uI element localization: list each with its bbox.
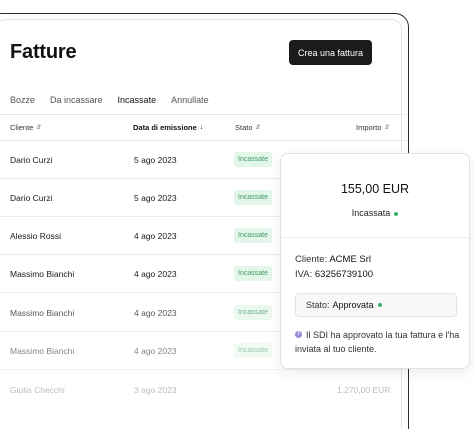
tab-incassate[interactable]: Incassate — [117, 95, 156, 115]
invoice-detail-popover: 155,00 EUR Incassata Cliente: ACME Srl I… — [280, 153, 470, 369]
vat-value: 63256739100 — [314, 269, 374, 280]
status-badge: Incassate — [234, 343, 272, 358]
sdi-info-message: Il SDI ha approvato la tua fattura e l'h… — [295, 330, 460, 354]
table-row[interactable]: Giulia Checchi 3 ago 2023 1.270,00 EUR — [0, 371, 400, 409]
vat-label: IVA: — [295, 269, 313, 280]
sort-icon: ⇵ — [384, 125, 390, 131]
row-divider — [0, 369, 407, 370]
row-date: 5 ago 2023 — [134, 155, 177, 165]
invoice-amount: 155,00 EUR — [340, 182, 410, 196]
status-badge: Incassate — [234, 228, 272, 243]
vat-info: IVA: 63256739100 — [295, 269, 373, 280]
row-client: Massimo Bianchi — [10, 308, 75, 318]
row-client: Massimo Bianchi — [10, 269, 75, 279]
column-amount-label: Importo — [356, 123, 382, 132]
column-date-label: Data di emissione — [133, 123, 197, 132]
row-client: Dario Curzi — [10, 155, 53, 165]
row-client: Giulia Checchi — [10, 385, 65, 395]
row-amount: 1.270,00 EUR — [337, 385, 391, 395]
column-date-header[interactable]: Data di emissione ↓ — [133, 123, 203, 132]
tab-annullate[interactable]: Annullate — [171, 95, 209, 115]
client-value: ACME Srl — [329, 254, 372, 265]
row-date: 4 ago 2023 — [134, 308, 177, 318]
sdi-status-value: Approvata — [332, 300, 374, 310]
status-dot-icon — [377, 303, 382, 307]
payment-state-label: Incassata — [351, 208, 391, 218]
sort-icon: ⇵ — [36, 125, 42, 131]
status-badge: Incassate — [234, 152, 272, 167]
column-client-label: Cliente — [10, 123, 34, 132]
sort-descending-icon: ↓ — [199, 124, 204, 131]
status-badge: Incassate — [234, 266, 272, 281]
row-date: 4 ago 2023 — [134, 231, 177, 241]
column-status-label: Stato — [235, 123, 253, 132]
row-date: 4 ago 2023 — [134, 269, 177, 279]
row-date: 5 ago 2023 — [134, 193, 177, 203]
row-date: 3 ago 2023 — [134, 385, 177, 395]
status-badge: Incassate — [234, 190, 272, 205]
tabs-divider — [0, 114, 407, 115]
payment-state: Incassata — [281, 208, 469, 218]
status-dot-icon — [394, 211, 399, 216]
status-badge: Incassate — [234, 305, 272, 320]
table-header: Cliente ⇵ Data di emissione ↓ Stato ⇵ Im… — [0, 123, 420, 137]
row-date: 4 ago 2023 — [134, 346, 177, 356]
sort-icon: ⇵ — [255, 125, 261, 131]
client-info: Cliente: ACME Srl — [295, 254, 371, 265]
sdi-status-box: Stato: Approvata — [295, 293, 457, 317]
invoice-tabs: Bozze Da incassare Incassate Annullate — [10, 95, 224, 115]
column-amount-header[interactable]: Importo ⇵ — [356, 123, 389, 132]
sdi-status-label: Stato: — [306, 300, 330, 310]
row-client: Alessio Rossi — [10, 231, 62, 241]
column-status-header[interactable]: Stato ⇵ — [235, 123, 261, 132]
popover-summary: 155,00 EUR Incassata — [281, 154, 469, 238]
create-invoice-button[interactable]: Crea una fattura — [289, 40, 372, 65]
row-client: Dario Curzi — [10, 193, 53, 203]
column-client-header[interactable]: Cliente ⇵ — [10, 123, 41, 132]
page-title: Fatture — [10, 41, 77, 63]
client-label: Cliente: — [295, 254, 328, 265]
row-client: Massimo Bianchi — [10, 346, 75, 356]
tab-bozze[interactable]: Bozze — [10, 95, 35, 115]
tab-da-incassare[interactable]: Da incassare — [50, 95, 103, 115]
